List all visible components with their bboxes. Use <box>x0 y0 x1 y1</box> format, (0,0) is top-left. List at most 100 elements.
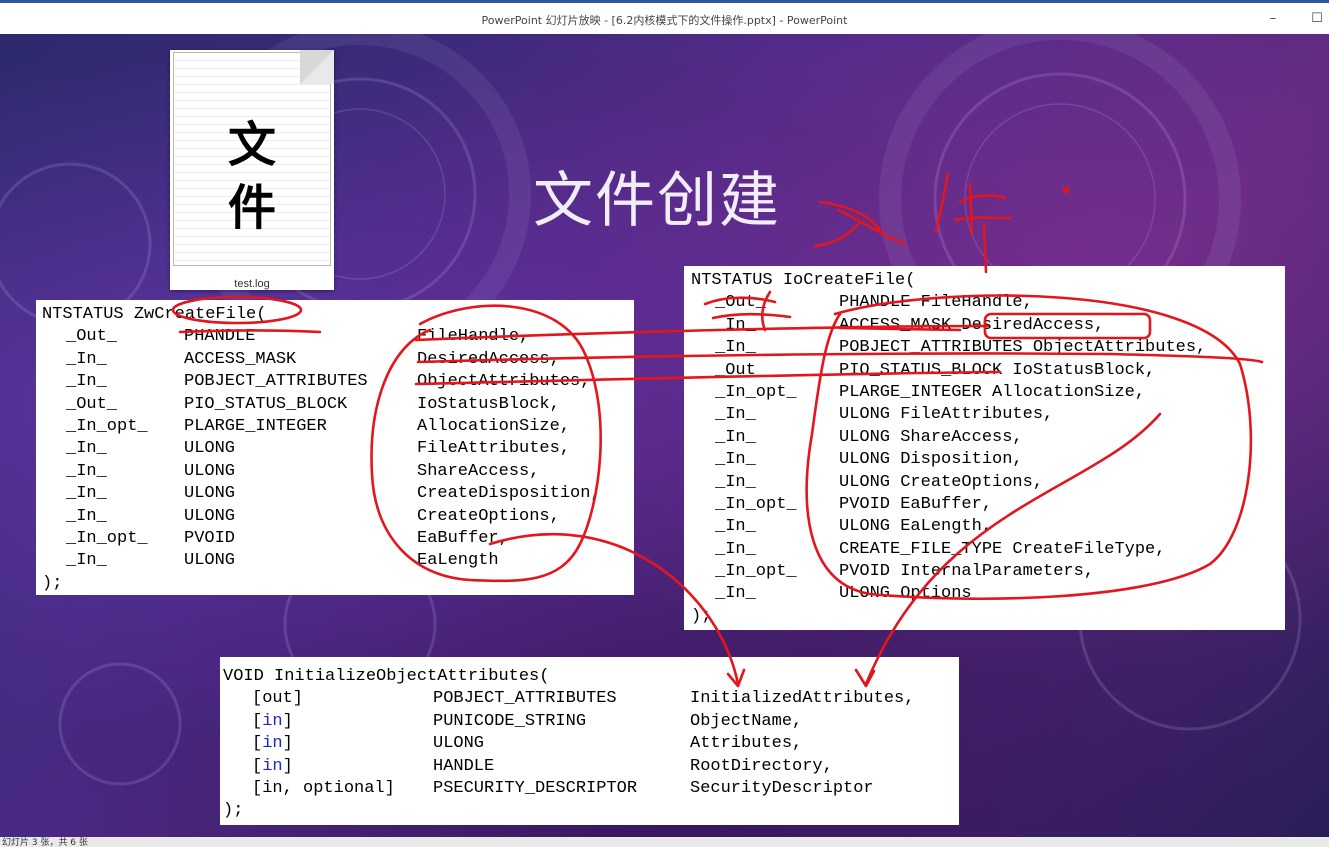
code-param-row: _In_ ULONG ShareAccess, <box>691 427 1285 449</box>
code-param-row: _In_ ULONG Options <box>691 583 1285 605</box>
param-declaration: POBJECT_ATTRIBUTES ObjectAttributes, <box>839 338 1207 358</box>
param-annotation: [in, optional] <box>252 778 395 798</box>
code-param-row: _In_opt_ PLARGE_INTEGER AllocationSize, <box>42 416 634 438</box>
param-annotation: _In_opt_ <box>715 494 797 514</box>
param-annotation: _In_ <box>715 315 756 335</box>
param-annotation: [in] <box>252 711 293 731</box>
code-param-row: _In_ ACCESS_MASK DesiredAccess, <box>42 349 634 371</box>
param-type: PVOID <box>184 528 236 548</box>
code-param-row: _In_opt_ PVOID InternalParameters, <box>691 561 1285 583</box>
param-name: DesiredAccess, <box>417 349 560 369</box>
param-type: POBJECT_ATTRIBUTES <box>184 372 368 392</box>
code-header: NTSTATUS ZwCreateFile( <box>42 305 267 324</box>
param-type: ULONG <box>184 551 236 571</box>
code-param-row: _In_ ULONG CreateOptions, <box>42 506 634 528</box>
iocreatefile-code-box: NTSTATUS IoCreateFile( _Out_ PHANDLE File… <box>684 266 1285 630</box>
param-declaration: ULONG Disposition, <box>839 450 1023 470</box>
param-annotation: _In_ <box>715 338 756 358</box>
param-annotation: _In_ <box>66 439 107 459</box>
status-bar: 幻灯片 3 张，共 6 张 <box>0 837 1329 847</box>
param-name: EaBuffer, <box>417 528 509 548</box>
param-name: SecurityDescriptor <box>690 778 874 798</box>
param-annotation: _In_opt_ <box>715 562 797 582</box>
code-param-row: [in] HANDLE RootDirectory, <box>223 756 959 778</box>
param-type: POBJECT_ATTRIBUTES <box>433 689 617 709</box>
window-title: PowerPoint 幻灯片放映 - [6.2内核模式下的文件操作.pptx] … <box>481 14 848 27</box>
param-annotation: _Out_ <box>66 327 118 347</box>
code-param-row: _Out_ PIO_STATUS_BLOCK IoStatusBlock, <box>691 360 1285 382</box>
param-type: PUNICODE_STRING <box>433 711 587 731</box>
param-name: CreateDisposition, <box>417 484 601 504</box>
param-declaration: ULONG CreateOptions, <box>839 472 1044 492</box>
param-name: CreateOptions, <box>417 506 560 526</box>
param-name: FileAttributes, <box>417 439 571 459</box>
code-footer: ); <box>691 606 712 626</box>
param-name: ObjectAttributes, <box>417 372 591 392</box>
param-declaration: PLARGE_INTEGER AllocationSize, <box>839 382 1146 402</box>
code-param-row: _In_ ULONG FileAttributes, <box>691 404 1285 426</box>
param-annotation: _In_opt_ <box>66 416 148 436</box>
param-annotation: _In_opt_ <box>66 528 148 548</box>
param-annotation: [out] <box>252 689 304 709</box>
param-annotation: [in] <box>252 734 293 754</box>
param-name: Attributes, <box>690 734 803 754</box>
param-annotation: [in] <box>252 756 293 776</box>
code-param-row: [out] POBJECT_ATTRIBUTES InitializedAttrib… <box>223 688 959 710</box>
param-declaration: PVOID InternalParameters, <box>839 562 1095 582</box>
param-name: InitializedAttributes, <box>690 689 915 709</box>
param-name: EaLength <box>417 551 499 571</box>
param-type: ULONG <box>184 461 236 481</box>
code-param-row: _In_ CREATE_FILE_TYPE CreateFileType, <box>691 539 1285 561</box>
param-annotation: _In_ <box>715 427 756 447</box>
param-annotation: _Out_ <box>715 293 767 313</box>
code-header: VOID InitializeObjectAttributes( <box>223 667 550 686</box>
param-annotation: _In_ <box>66 349 107 369</box>
param-annotation: _In_ <box>715 405 756 425</box>
param-annotation: _In_ <box>66 372 107 392</box>
param-name: RootDirectory, <box>690 756 833 776</box>
param-declaration: ULONG FileAttributes, <box>839 405 1054 425</box>
code-param-row: _In_ ULONG EaLength <box>42 550 634 572</box>
code-footer: ); <box>223 801 244 821</box>
param-declaration: PHANDLE FileHandle, <box>839 293 1033 313</box>
param-annotation: _In_ <box>715 584 756 604</box>
param-annotation: _In_ <box>66 484 107 504</box>
param-declaration: PIO_STATUS_BLOCK IoStatusBlock, <box>839 360 1156 380</box>
param-type: PLARGE_INTEGER <box>184 416 327 436</box>
param-type: ACCESS_MASK <box>184 349 297 369</box>
code-param-row: _In_ POBJECT_ATTRIBUTES ObjectAttributes, <box>691 337 1285 359</box>
param-annotation: _In_opt_ <box>715 382 797 402</box>
code-param-row: _In_opt_ PVOID EaBuffer, <box>691 494 1285 516</box>
param-type: ULONG <box>184 439 236 459</box>
slide-title: 文件创建 <box>533 166 781 236</box>
param-annotation: _In_ <box>715 539 756 559</box>
code-param-row: [in] PUNICODE_STRING ObjectName, <box>223 711 959 733</box>
param-name: ShareAccess, <box>417 461 540 481</box>
code-param-row: _In_ ULONG EaLength, <box>691 516 1285 538</box>
code-param-row: _In_opt_ PLARGE_INTEGER AllocationSize, <box>691 382 1285 404</box>
code-param-row: _In_ ULONG CreateOptions, <box>691 472 1285 494</box>
param-name: FileHandle, <box>417 327 530 347</box>
param-declaration: ULONG EaLength, <box>839 517 993 537</box>
param-declaration: ULONG ShareAccess, <box>839 427 1023 447</box>
param-declaration: ULONG Options <box>839 584 972 604</box>
param-declaration: CREATE_FILE_TYPE CreateFileType, <box>839 539 1166 559</box>
code-param-row: _In_ ULONG ShareAccess, <box>42 461 634 483</box>
param-annotation: _In_ <box>715 472 756 492</box>
code-param-row: _In_ ACCESS_MASK DesiredAccess, <box>691 315 1285 337</box>
code-param-row: [in] ULONG Attributes, <box>223 733 959 755</box>
param-annotation: _Out_ <box>715 360 767 380</box>
code-param-row: _Out_ PHANDLE FileHandle, <box>42 326 634 348</box>
file-icon-glyph-top: 文 <box>227 117 276 173</box>
param-type: HANDLE <box>433 756 495 776</box>
code-footer: ); <box>42 573 63 593</box>
code-param-row: _In_ POBJECT_ATTRIBUTES ObjectAttributes, <box>42 371 634 393</box>
param-annotation: _In_ <box>715 517 756 537</box>
window-title-bar: PowerPoint 幻灯片放映 - [6.2内核模式下的文件操作.pptx] … <box>0 0 1329 34</box>
param-type: ULONG <box>433 734 485 754</box>
maximize-button[interactable]: ☐ <box>1306 9 1328 29</box>
minimize-button[interactable]: – <box>1262 9 1284 29</box>
param-type: ULONG <box>184 484 236 504</box>
slide-canvas[interactable]: 文 件 test.log 文件创建 NTSTATUS ZwCreateFile(… <box>0 34 1329 837</box>
file-icon-filename: test.log <box>234 278 270 290</box>
